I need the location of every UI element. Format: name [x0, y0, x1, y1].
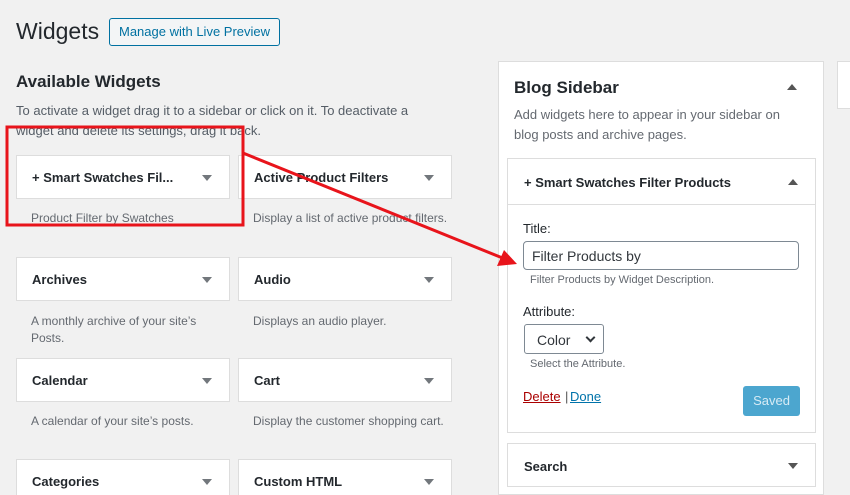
widget-name: Cart [254, 373, 281, 388]
caret-down-icon[interactable] [202, 378, 212, 384]
widget-name: Calendar [32, 373, 88, 388]
widget-name: Custom HTML [254, 474, 343, 489]
sidebar-title[interactable]: Blog Sidebar [514, 78, 619, 98]
sidebar-widget-smart-swatches: + Smart Swatches Filter Products Title: … [507, 158, 816, 433]
title-input[interactable] [523, 241, 799, 270]
attribute-select[interactable]: Color [524, 324, 604, 354]
caret-down-icon[interactable] [424, 277, 434, 283]
widget-active-product-filters[interactable]: Active Product Filters [238, 155, 452, 199]
saved-button[interactable]: Saved [743, 386, 800, 416]
caret-up-icon[interactable] [787, 84, 797, 90]
widget-categories[interactable]: Categories [16, 459, 230, 495]
widget-description: Display a list of active product filters… [253, 211, 448, 225]
caret-down-icon[interactable] [202, 175, 212, 181]
manage-live-preview-button[interactable]: Manage with Live Preview [109, 18, 281, 46]
done-link[interactable]: Done [570, 389, 601, 404]
caret-down-icon[interactable] [202, 479, 212, 485]
widget-calendar[interactable]: Calendar [16, 358, 230, 402]
sidebar-widget-search[interactable]: Search [507, 443, 816, 487]
widget-name: Categories [32, 474, 100, 489]
attribute-label: Attribute: [523, 304, 576, 319]
widget-name: + Smart Swatches Fil... [32, 170, 174, 185]
page-title: Widgets [16, 18, 100, 44]
caret-down-icon[interactable] [202, 277, 212, 283]
widget-description: A calendar of your site’s posts. [31, 414, 194, 428]
sidebar-description: Add widgets here to appear in your sideb… [514, 107, 780, 142]
attribute-hint: Select the Attribute. [530, 358, 626, 370]
link-separator: | [565, 389, 569, 404]
widget-custom-html[interactable]: Custom HTML [238, 459, 452, 495]
widget-name: Search [524, 459, 568, 474]
widget-audio[interactable]: Audio [238, 257, 452, 301]
widget-header[interactable]: + Smart Swatches Filter Products [508, 159, 815, 205]
widget-smart-swatches[interactable]: + Smart Swatches Fil... [16, 155, 230, 199]
delete-link[interactable]: Delete [523, 389, 561, 404]
attribute-value: Color [537, 332, 571, 348]
widget-cart[interactable]: Cart [238, 358, 452, 402]
next-sidebar-panel[interactable] [837, 61, 850, 109]
widget-description: Product Filter by Swatches [31, 211, 174, 225]
widget-description: Displays an audio player. [253, 314, 387, 328]
widget-description: Display the customer shopping cart. [253, 414, 444, 428]
blog-sidebar-panel: Blog Sidebar Add widgets here to appear … [498, 61, 824, 495]
caret-up-icon[interactable] [788, 179, 798, 185]
widget-archives[interactable]: Archives [16, 257, 230, 301]
caret-down-icon[interactable] [424, 378, 434, 384]
title-hint: Filter Products by Widget Description. [530, 274, 715, 286]
title-label: Title: [523, 221, 551, 236]
available-widgets-title: Available Widgets [16, 72, 161, 91]
available-widgets-description: To activate a widget drag it to a sideba… [16, 103, 409, 138]
widget-name: + Smart Swatches Filter Products [524, 175, 731, 190]
widget-name: Archives [32, 272, 87, 287]
chevron-down-icon [585, 332, 596, 343]
caret-down-icon[interactable] [424, 175, 434, 181]
widget-description: A monthly archive of your site’s Posts. [31, 314, 197, 345]
caret-down-icon[interactable] [788, 463, 798, 469]
widget-name: Active Product Filters [254, 170, 389, 185]
caret-down-icon[interactable] [424, 479, 434, 485]
widget-name: Audio [254, 272, 291, 287]
